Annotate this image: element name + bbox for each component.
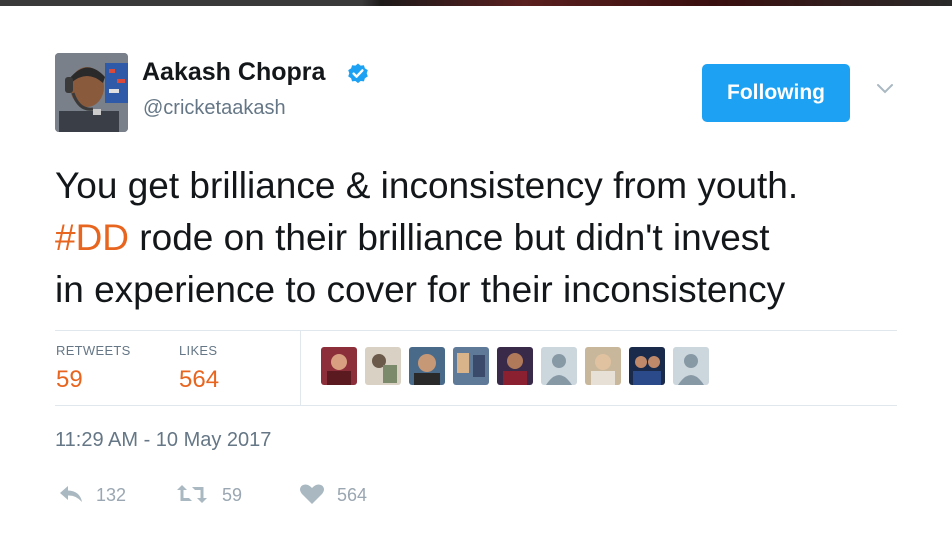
liker-avatar[interactable] bbox=[585, 347, 621, 385]
reply-icon bbox=[60, 486, 82, 502]
retweet-icon bbox=[177, 485, 207, 503]
tweet-line-2-text: rode on their brilliance but didn't inve… bbox=[129, 217, 770, 258]
stats-divider bbox=[300, 331, 301, 405]
divider bbox=[55, 330, 897, 331]
tweet-text: You get brilliance & inconsistency from … bbox=[55, 160, 935, 316]
tweet-line-2: #DD rode on their brilliance but didn't … bbox=[55, 212, 935, 264]
author-avatar[interactable] bbox=[55, 53, 128, 132]
reply-count: 132 bbox=[96, 485, 127, 505]
author-handle[interactable]: @cricketaakash bbox=[143, 97, 286, 120]
verified-badge-icon bbox=[348, 63, 368, 84]
retweet-count: 59 bbox=[222, 485, 243, 505]
liker-avatar-default[interactable] bbox=[541, 347, 577, 385]
tweet-timestamp[interactable]: 11:29 AM - 10 May 2017 bbox=[55, 429, 271, 452]
reply-action[interactable]: 132 bbox=[58, 481, 148, 509]
following-button[interactable]: Following bbox=[702, 64, 850, 122]
liker-avatar[interactable] bbox=[321, 347, 357, 385]
like-count: 564 bbox=[337, 485, 368, 505]
likes-label: LIKES bbox=[179, 343, 218, 358]
author-name[interactable]: Aakash Chopra bbox=[142, 58, 325, 87]
liker-avatar[interactable] bbox=[629, 347, 665, 385]
hashtag-link[interactable]: #DD bbox=[55, 217, 129, 258]
divider bbox=[55, 405, 897, 406]
liker-avatar-default[interactable] bbox=[673, 347, 709, 385]
retweet-action[interactable]: 59 bbox=[176, 481, 256, 509]
liker-avatar[interactable] bbox=[497, 347, 533, 385]
tweet-line-3: in experience to cover for their inconsi… bbox=[55, 269, 786, 310]
heart-icon bbox=[300, 484, 324, 504]
like-action[interactable]: 564 bbox=[299, 481, 389, 509]
chevron-down-icon[interactable] bbox=[875, 82, 895, 96]
top-image-strip bbox=[0, 0, 952, 6]
liker-avatar[interactable] bbox=[453, 347, 489, 385]
retweets-count[interactable]: 59 bbox=[56, 366, 83, 394]
liker-avatar[interactable] bbox=[365, 347, 401, 385]
likes-count[interactable]: 564 bbox=[179, 366, 219, 394]
retweets-label: RETWEETS bbox=[56, 343, 131, 358]
tweet-line-1: You get brilliance & inconsistency from … bbox=[55, 165, 799, 206]
liker-avatar[interactable] bbox=[409, 347, 445, 385]
